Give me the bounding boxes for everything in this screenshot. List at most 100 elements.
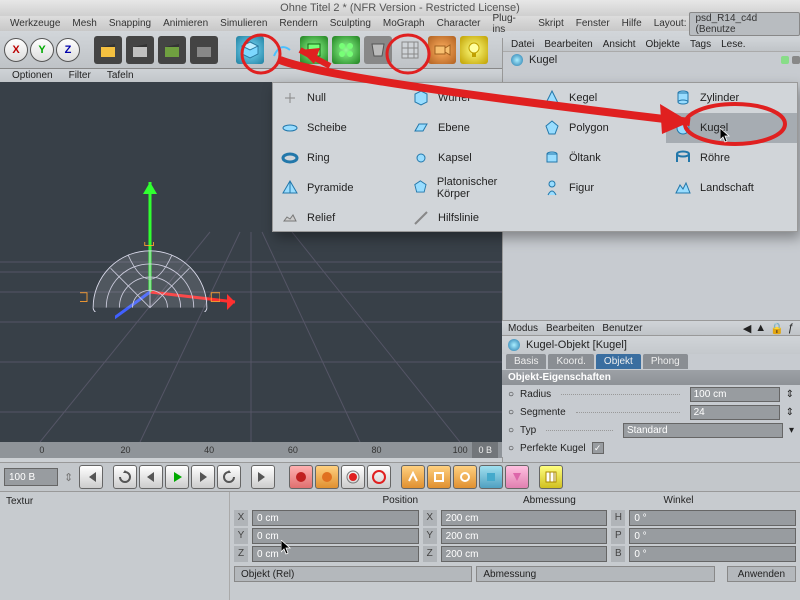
goto-end-button[interactable] <box>251 465 275 489</box>
clapper1-icon[interactable] <box>94 36 122 64</box>
menu-werkzeuge[interactable]: Werkzeuge <box>4 18 66 29</box>
coord-pos-y[interactable]: 0 cm <box>252 528 419 544</box>
axis-x-button[interactable]: X <box>4 38 28 62</box>
primitive-cube-icon[interactable] <box>236 36 264 64</box>
menu-mograph[interactable]: MoGraph <box>377 18 431 29</box>
amgr-func-icon[interactable]: ƒ <box>788 322 794 335</box>
scale-key-button[interactable] <box>427 465 451 489</box>
menu-animieren[interactable]: Animieren <box>157 18 214 29</box>
camera-icon[interactable] <box>428 36 456 64</box>
menu-character[interactable]: Character <box>431 18 487 29</box>
objmgr-objekte[interactable]: Objekte <box>646 39 680 50</box>
objmgr-ansicht[interactable]: Ansicht <box>603 39 636 50</box>
goto-start-button[interactable] <box>79 465 103 489</box>
pla-key-button[interactable] <box>505 465 529 489</box>
layout-dropdown[interactable]: psd_R14_c4d (Benutze <box>689 12 800 36</box>
prev-frame-button[interactable] <box>139 465 163 489</box>
amgr-lock-icon[interactable]: 🔒 <box>770 322 784 335</box>
palette-null[interactable]: Null <box>273 83 404 113</box>
palette-figur[interactable]: Figur <box>535 173 666 203</box>
amgr-menu-modus[interactable]: Modus <box>508 323 538 334</box>
array-icon[interactable] <box>332 36 360 64</box>
coord-dim-z[interactable]: 200 cm <box>441 546 608 562</box>
palette-relief[interactable]: Relief <box>273 203 404 233</box>
palette-kapsel[interactable]: Kapsel <box>404 143 535 173</box>
key-options-button[interactable] <box>341 465 365 489</box>
subbar-filter[interactable]: Filter <box>61 70 99 81</box>
amgr-back-icon[interactable]: ◀ <box>743 322 751 335</box>
subbar-optionen[interactable]: Optionen <box>4 70 61 81</box>
record-button[interactable] <box>289 465 313 489</box>
position-key-button[interactable] <box>401 465 425 489</box>
menu-simulieren[interactable]: Simulieren <box>214 18 273 29</box>
menu-sculpting[interactable]: Sculpting <box>324 18 377 29</box>
visibility-render-dot[interactable] <box>792 56 800 64</box>
amgr-tab-koord[interactable]: Koord. <box>548 354 593 369</box>
objmgr-tags[interactable]: Tags <box>690 39 711 50</box>
amgr-up-icon[interactable]: ▲ <box>755 322 766 335</box>
coord-pos-z[interactable]: 0 cm <box>252 546 419 562</box>
palette-hilfslinie[interactable]: Hilfslinie <box>404 203 535 233</box>
palette-pyramide[interactable]: Pyramide <box>273 173 404 203</box>
axis-z-button[interactable]: Z <box>56 38 80 62</box>
palette-polygon[interactable]: Polygon <box>535 113 666 143</box>
keyframe-sel-button[interactable] <box>367 465 391 489</box>
palette-kegel[interactable]: Kegel <box>535 83 666 113</box>
menu-fenster[interactable]: Fenster <box>570 18 616 29</box>
menu-plugins[interactable]: Plug-ins <box>487 13 533 35</box>
coord-ang-p[interactable]: 0 ° <box>629 528 796 544</box>
objmgr-datei[interactable]: Datei <box>511 39 534 50</box>
coord-dim-mode-dropdown[interactable]: Abmessung <box>476 566 714 582</box>
timeline-ruler[interactable]: 0 20 40 60 80 100 0 B <box>0 442 502 458</box>
deformer-icon[interactable] <box>364 36 392 64</box>
amgr-segmente-field[interactable]: 24 <box>690 405 780 420</box>
palette-landschaft[interactable]: Landschaft <box>666 173 797 203</box>
refresh-button[interactable] <box>113 465 137 489</box>
menu-rendern[interactable]: Rendern <box>273 18 323 29</box>
menu-snapping[interactable]: Snapping <box>103 18 157 29</box>
play-button[interactable] <box>165 465 189 489</box>
menu-skript[interactable]: Skript <box>532 18 570 29</box>
coord-dim-y[interactable]: 200 cm <box>441 528 608 544</box>
palette-platonisch[interactable]: Platonischer Körper <box>404 173 535 203</box>
clapper3-icon[interactable] <box>158 36 186 64</box>
coord-pos-x[interactable]: 0 cm <box>252 510 419 526</box>
coord-ang-b[interactable]: 0 ° <box>629 546 796 562</box>
light-icon[interactable] <box>460 36 488 64</box>
amgr-menu-benutzer[interactable]: Benutzer <box>602 323 642 334</box>
nurbs-icon[interactable] <box>300 36 328 64</box>
objmgr-bearbeiten[interactable]: Bearbeiten <box>544 39 592 50</box>
objmgr-item-kugel[interactable]: Kugel <box>503 52 800 68</box>
amgr-tab-phong[interactable]: Phong <box>643 354 688 369</box>
axis-y-button[interactable]: Y <box>30 38 54 62</box>
coord-mode-dropdown[interactable]: Objekt (Rel) <box>234 566 472 582</box>
objmgr-lesezeichen[interactable]: Lese. <box>721 39 745 50</box>
palette-roehre[interactable]: Röhre <box>666 143 797 173</box>
next-frame-button[interactable] <box>191 465 215 489</box>
coord-dim-x[interactable]: 200 cm <box>441 510 608 526</box>
palette-oeltank[interactable]: Öltank <box>535 143 666 173</box>
menu-hilfe[interactable]: Hilfe <box>616 18 648 29</box>
amgr-menu-bearbeiten[interactable]: Bearbeiten <box>546 323 594 334</box>
palette-zylinder[interactable]: Zylinder <box>666 83 797 113</box>
amgr-radius-field[interactable]: 100 cm <box>690 387 780 402</box>
clapper2-icon[interactable] <box>126 36 154 64</box>
param-key-button[interactable] <box>479 465 503 489</box>
spline-icon[interactable] <box>268 36 296 64</box>
palette-ring[interactable]: Ring <box>273 143 404 173</box>
palette-wuerfel[interactable]: Würfel <box>404 83 535 113</box>
refresh-fwd-button[interactable] <box>217 465 241 489</box>
autokey-button[interactable] <box>315 465 339 489</box>
amgr-typ-dropdown[interactable]: Standard <box>623 423 783 438</box>
render-settings-icon[interactable] <box>190 36 218 64</box>
amgr-tab-objekt[interactable]: Objekt <box>596 354 641 369</box>
dopesheet-button[interactable] <box>539 465 563 489</box>
coord-ang-h[interactable]: 0 ° <box>629 510 796 526</box>
sphere-object-in-viewport[interactable] <box>80 242 220 312</box>
subbar-tafeln[interactable]: Tafeln <box>99 70 142 81</box>
visibility-editor-dot[interactable] <box>781 56 789 64</box>
amgr-tab-basis[interactable]: Basis <box>506 354 546 369</box>
palette-scheibe[interactable]: Scheibe <box>273 113 404 143</box>
floor-icon[interactable] <box>396 36 424 64</box>
amgr-perfekte-checkbox[interactable]: ✓ <box>592 442 604 454</box>
